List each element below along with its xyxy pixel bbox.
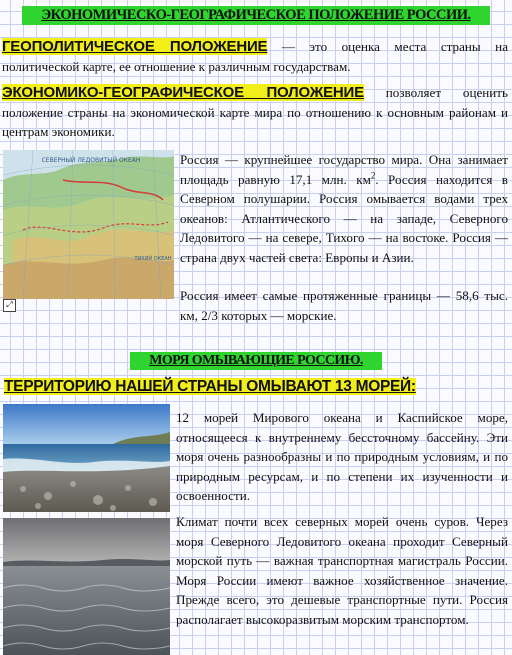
expand-icon[interactable]: ⤢	[3, 299, 16, 312]
russia-description: Россия — крупнейшее государство мира. Он…	[180, 150, 508, 267]
map-label-arctic: СЕВЕРНЫЙ ЛЕДОВИТЫЙ ОКЕАН	[42, 157, 141, 164]
map-label-pacific: ТИХИЙ ОКЕАН	[133, 255, 171, 262]
russia-map-image: СЕВЕРНЫЙ ЛЕДОВИТЫЙ ОКЕАН ТИХИЙ ОКЕАН	[3, 150, 174, 299]
economic-definition: ЭКОНОМИКО-ГЕОГРАФИЧЕСКОЕ ПОЛОЖЕНИЕ позво…	[2, 83, 508, 142]
border-description: Россия имеет самые протяженные границы —…	[180, 288, 508, 323]
seas-paragraph-1: 12 морей Мирового океана и Каспийское мо…	[176, 410, 508, 504]
page-title: ЭКОНОМИЧЕСКО-ГЕОГРАФИЧЕСКОЕ ПОЛОЖЕНИЕ РО…	[22, 6, 490, 25]
geopolitical-definition: ГЕОПОЛИТИЧЕСКОЕ ПОЛОЖЕНИЕ — это оценка м…	[2, 37, 508, 76]
seas-subtitle-suffix: :	[410, 378, 416, 395]
economic-term: ЭКОНОМИКО-ГЕОГРАФИЧЕСКОЕ ПОЛОЖЕНИЕ	[2, 84, 364, 101]
seas-subtitle: ТЕРРИТОРИЮ НАШЕЙ СТРАНЫ ОМЫВАЮТ 13 МОРЕЙ…	[2, 377, 418, 397]
seas-subtitle-text: ТЕРРИТОРИЮ НАШЕЙ СТРАНЫ ОМЫВАЮТ 13 МОРЕЙ	[4, 378, 411, 395]
seas-paragraph-2: Климат почти всех северных морей очень с…	[176, 514, 508, 627]
sea-shore-photo	[3, 404, 170, 512]
stormy-sea-photo	[3, 518, 170, 655]
geopolitical-term: ГЕОПОЛИТИЧЕСКОЕ ПОЛОЖЕНИЕ	[2, 38, 268, 55]
seas-section-title: МОРЯ ОМЫВАЮЩИЕ РОССИЮ.	[130, 352, 382, 370]
